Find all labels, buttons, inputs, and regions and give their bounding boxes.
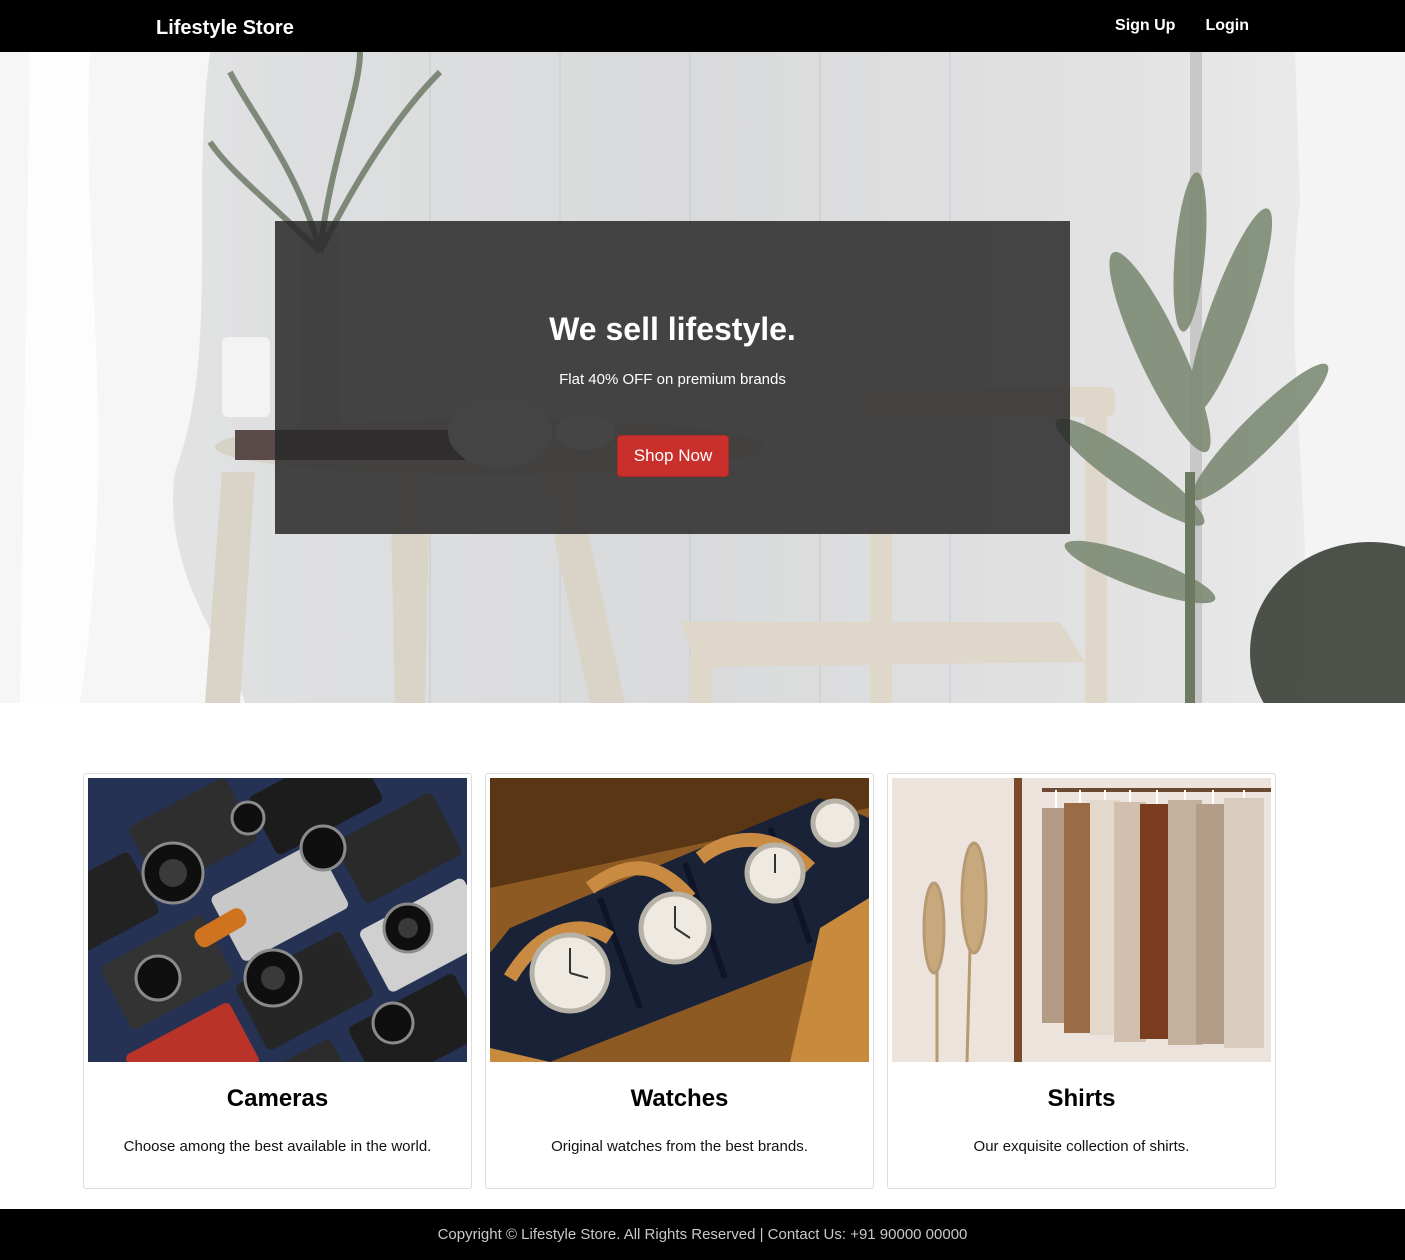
nav-links: Sign Up Login [1115, 15, 1249, 37]
navbar: Lifestyle Store Sign Up Login [0, 0, 1405, 52]
hero-banner: We sell lifestyle. Flat 40% OFF on premi… [275, 221, 1070, 534]
footer: Copyright © Lifestyle Store. All Rights … [0, 1209, 1405, 1260]
shirts-image[interactable] [892, 778, 1271, 1062]
shop-now-button[interactable]: Shop Now [617, 435, 729, 477]
hero-title: We sell lifestyle. [549, 311, 796, 347]
hero-section: We sell lifestyle. Flat 40% OFF on premi… [0, 52, 1405, 703]
watches-image[interactable] [490, 778, 869, 1062]
cameras-image[interactable] [88, 778, 467, 1062]
category-card-shirts[interactable]: Shirts Our exquisite collection of shirt… [887, 773, 1276, 1189]
card-text-cameras: Choose among the best available in the w… [123, 1138, 432, 1155]
login-link[interactable]: Login [1205, 15, 1249, 37]
category-card-cameras[interactable]: Cameras Choose among the best available … [83, 773, 472, 1189]
card-title-shirts: Shirts [1047, 1085, 1116, 1112]
category-cards: Cameras Choose among the best available … [83, 773, 1276, 1189]
signup-link[interactable]: Sign Up [1115, 15, 1175, 37]
footer-text: Copyright © Lifestyle Store. All Rights … [437, 1226, 968, 1243]
card-text-watches: Original watches from the best brands. [551, 1138, 808, 1155]
category-card-watches[interactable]: Watches Original watches from the best b… [485, 773, 874, 1189]
brand-link[interactable]: Lifestyle Store [156, 16, 294, 40]
hero-subtitle: Flat 40% OFF on premium brands [559, 371, 786, 388]
card-title-watches: Watches [630, 1085, 729, 1112]
card-text-shirts: Our exquisite collection of shirts. [973, 1138, 1190, 1155]
card-title-cameras: Cameras [226, 1085, 329, 1112]
